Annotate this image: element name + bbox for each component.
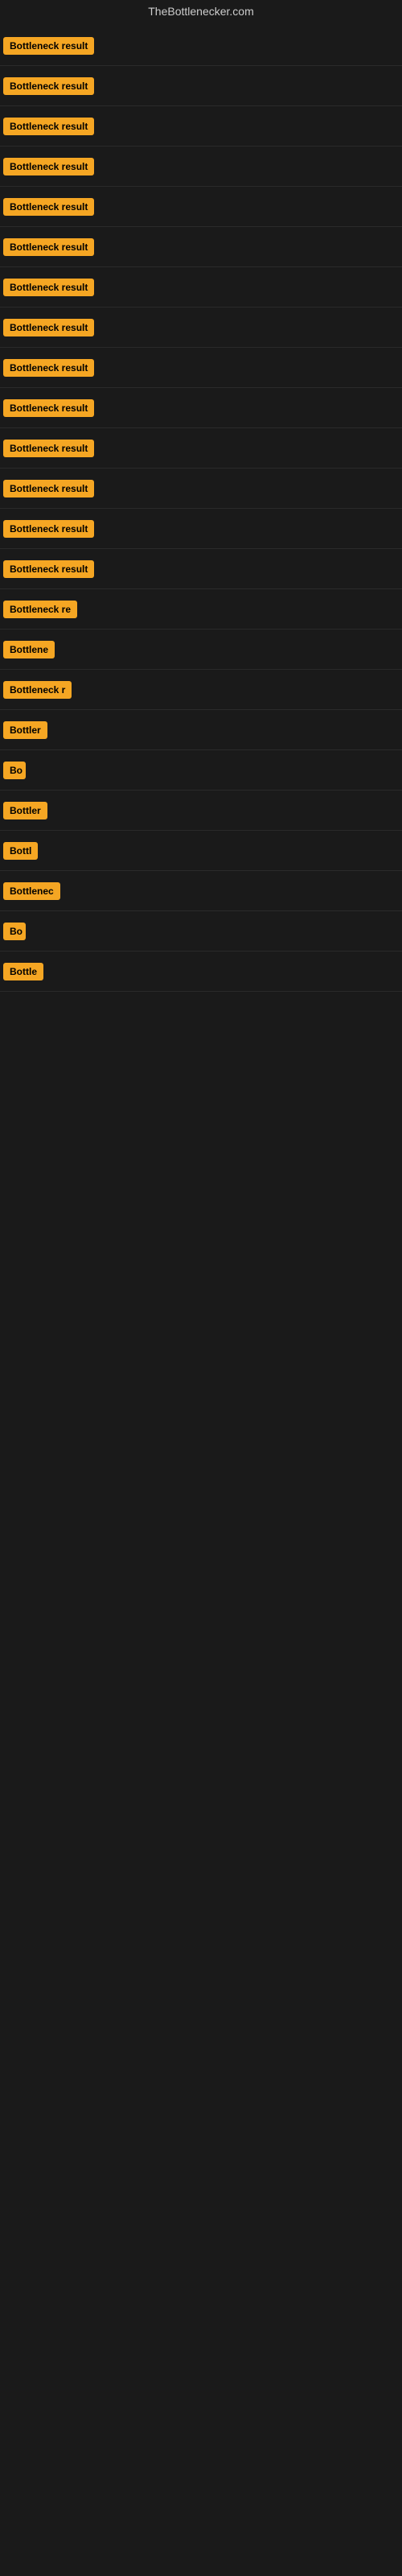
bottleneck-result-badge[interactable]: Bottleneck result (3, 560, 94, 578)
bottleneck-result-badge[interactable]: Bottler (3, 802, 47, 819)
bottleneck-result-badge[interactable]: Bottleneck result (3, 520, 94, 538)
bottleneck-result-badge[interactable]: Bottleneck result (3, 440, 94, 457)
bottleneck-result-badge[interactable]: Bo (3, 762, 26, 779)
list-item: Bottleneck result (0, 388, 402, 428)
list-item: Bottle (0, 952, 402, 992)
bottleneck-result-badge[interactable]: Bottle (3, 963, 43, 980)
list-item: Bottler (0, 791, 402, 831)
list-item: Bottleneck result (0, 469, 402, 509)
list-item: Bottleneck result (0, 509, 402, 549)
bottleneck-result-badge[interactable]: Bottlenec (3, 882, 60, 900)
list-item: Bottleneck result (0, 308, 402, 348)
list-item: Bottleneck re (0, 589, 402, 630)
bottleneck-result-badge[interactable]: Bottleneck result (3, 359, 94, 377)
list-item: Bottleneck r (0, 670, 402, 710)
list-item: Bottleneck result (0, 549, 402, 589)
list-item: Bottleneck result (0, 187, 402, 227)
bottleneck-result-badge[interactable]: Bo (3, 923, 26, 940)
list-item: Bottlene (0, 630, 402, 670)
bottleneck-result-badge[interactable]: Bottleneck result (3, 319, 94, 336)
bottleneck-result-badge[interactable]: Bottleneck result (3, 279, 94, 296)
bottleneck-result-badge[interactable]: Bottleneck result (3, 77, 94, 95)
bottleneck-result-badge[interactable]: Bottleneck result (3, 399, 94, 417)
list-item: Bottl (0, 831, 402, 871)
list-item: Bottleneck result (0, 147, 402, 187)
bottleneck-result-badge[interactable]: Bottler (3, 721, 47, 739)
bottleneck-result-badge[interactable]: Bottlene (3, 641, 55, 658)
site-title: TheBottlenecker.com (0, 0, 402, 26)
list-item: Bo (0, 750, 402, 791)
list-item: Bottleneck result (0, 106, 402, 147)
list-item: Bottleneck result (0, 348, 402, 388)
bottleneck-result-badge[interactable]: Bottleneck result (3, 480, 94, 497)
list-item: Bottleneck result (0, 428, 402, 469)
list-item: Bottleneck result (0, 66, 402, 106)
bottleneck-result-badge[interactable]: Bottleneck result (3, 198, 94, 216)
page-wrapper: TheBottlenecker.com Bottleneck resultBot… (0, 0, 402, 992)
list-item: Bottleneck result (0, 227, 402, 267)
list-item: Bottlenec (0, 871, 402, 911)
bottleneck-result-badge[interactable]: Bottl (3, 842, 38, 860)
list-item: Bottleneck result (0, 267, 402, 308)
rows-container: Bottleneck result Bottleneck result Bottle… (0, 26, 402, 992)
list-item: Bottleneck result (0, 26, 402, 66)
bottleneck-result-badge[interactable]: Bottleneck result (3, 158, 94, 175)
list-item: Bottler (0, 710, 402, 750)
bottleneck-result-badge[interactable]: Bottleneck re (3, 601, 77, 618)
bottleneck-result-badge[interactable]: Bottleneck result (3, 238, 94, 256)
list-item: Bo (0, 911, 402, 952)
bottleneck-result-badge[interactable]: Bottleneck r (3, 681, 72, 699)
bottleneck-result-badge[interactable]: Bottleneck result (3, 37, 94, 55)
bottleneck-result-badge[interactable]: Bottleneck result (3, 118, 94, 135)
